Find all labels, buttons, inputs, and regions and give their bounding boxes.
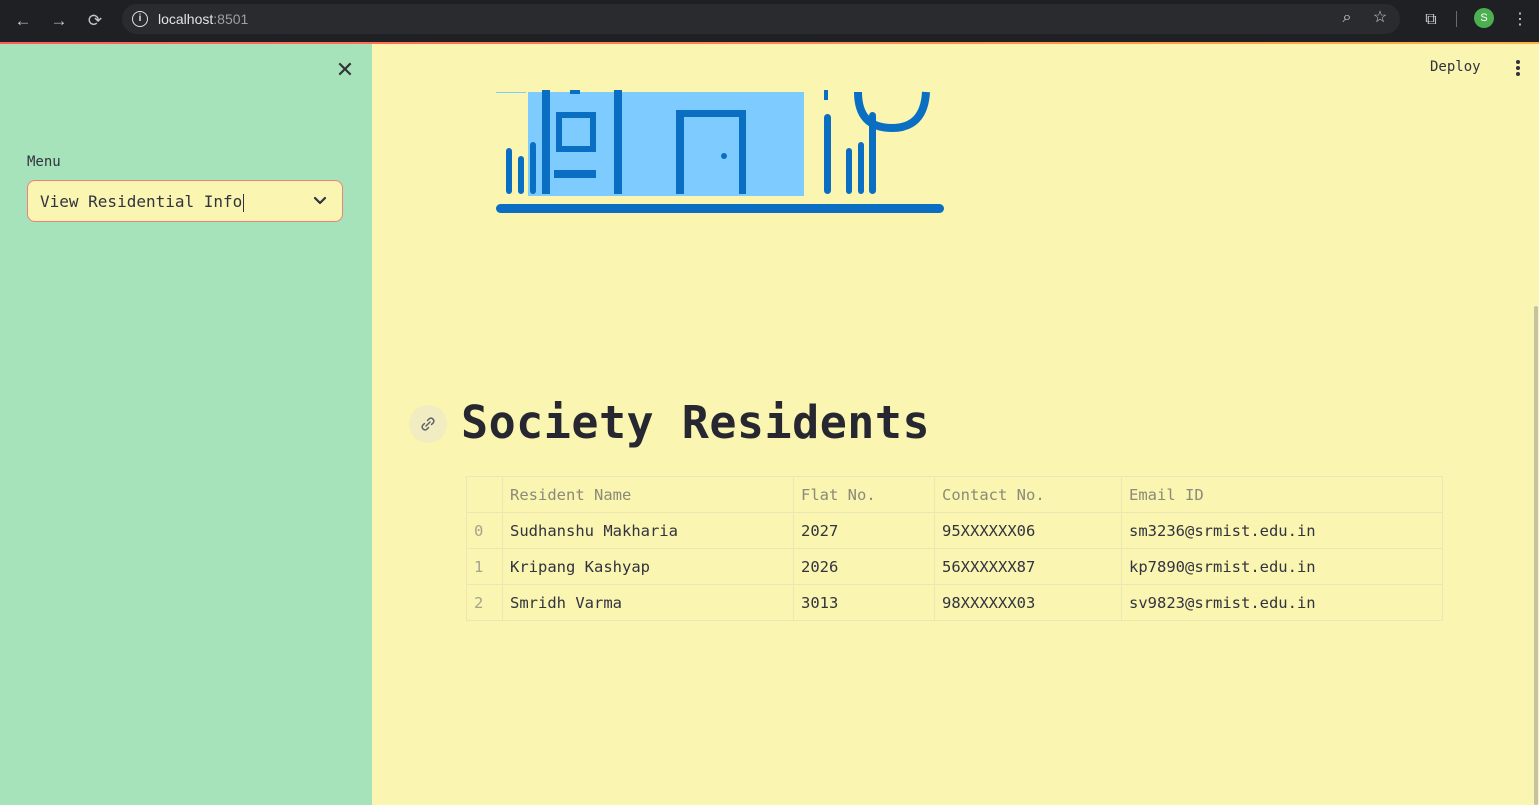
residents-table: Resident Name Flat No. Contact No. Email… [466,476,1443,621]
scrollbar[interactable] [1534,306,1538,805]
toolbar-divider [1456,11,1457,27]
chevron-down-icon[interactable] [312,192,328,208]
sidebar: ✕ Menu View Residential Info [0,44,372,805]
cell-resident-name[interactable]: Sudhanshu Makharia [502,512,794,549]
column-header-resident-name[interactable]: Resident Name [502,476,794,513]
cell-contact-no[interactable]: 98XXXXXX03 [934,584,1122,621]
cell-email-id[interactable]: sv9823@srmist.edu.in [1121,584,1443,621]
table-row: 2 Smridh Varma 3013 98XXXXXX03 sv9823@sr… [466,584,1443,621]
table-row: 1 Kripang Kashyap 2026 56XXXXXX87 kp7890… [466,548,1443,585]
menu-select[interactable]: View Residential Info [27,180,343,222]
link-icon[interactable] [409,405,447,443]
zoom-icon[interactable]: ⌕ [1336,7,1358,29]
reload-icon[interactable]: ⟳ [83,9,107,33]
cell-resident-name[interactable]: Kripang Kashyap [502,548,794,585]
column-header-contact-no[interactable]: Contact No. [934,476,1122,513]
back-icon[interactable]: ← [11,9,35,33]
cell-contact-no[interactable]: 56XXXXXX87 [934,548,1122,585]
header-anchor-button[interactable] [409,405,447,443]
main-content: Deploy Society Residents Resident Name F… [372,44,1539,805]
column-header-email-id[interactable]: Email ID [1121,476,1443,513]
address-bar[interactable]: i localhost:8501 ⌕ ☆ [122,4,1400,34]
info-icon[interactable]: i [132,11,148,27]
browser-menu-icon[interactable]: ⋮ [1509,9,1531,31]
page-title: Society Residents [461,396,931,449]
cell-email-id[interactable]: sm3236@srmist.edu.in [1121,512,1443,549]
deploy-button[interactable]: Deploy [1430,59,1481,75]
cell-resident-name[interactable]: Smridh Varma [502,584,794,621]
cell-flat-no[interactable]: 2027 [793,512,935,549]
column-header-flat-no[interactable]: Flat No. [793,476,935,513]
cell-email-id[interactable]: kp7890@srmist.edu.in [1121,548,1443,585]
browser-toolbar: ← → ⟳ i localhost:8501 ⌕ ☆ ⧉ S ⋮ [0,0,1539,42]
url-text[interactable]: localhost:8501 [158,10,248,28]
close-icon[interactable]: ✕ [334,59,356,81]
row-index: 2 [466,584,503,621]
extensions-icon[interactable]: ⧉ [1420,9,1442,31]
row-index: 1 [466,548,503,585]
table-row: 0 Sudhanshu Makharia 2027 95XXXXXX06 sm3… [466,512,1443,549]
profile-avatar[interactable]: S [1474,8,1494,28]
building-illustration [496,90,944,213]
cell-flat-no[interactable]: 3013 [793,584,935,621]
cell-contact-no[interactable]: 95XXXXXX06 [934,512,1122,549]
url-host: localhost [158,11,214,27]
row-index: 0 [466,512,503,549]
star-icon[interactable]: ☆ [1369,7,1391,29]
forward-icon[interactable]: → [47,9,71,33]
table-header-row: Resident Name Flat No. Contact No. Email… [466,476,1443,513]
cell-flat-no[interactable]: 2026 [793,548,935,585]
menu-select-value[interactable]: View Residential Info [40,192,244,212]
column-header-index[interactable] [466,476,503,513]
menu-label: Menu [27,154,61,170]
url-port: :8501 [213,11,249,27]
kebab-menu-icon[interactable] [1510,58,1526,78]
